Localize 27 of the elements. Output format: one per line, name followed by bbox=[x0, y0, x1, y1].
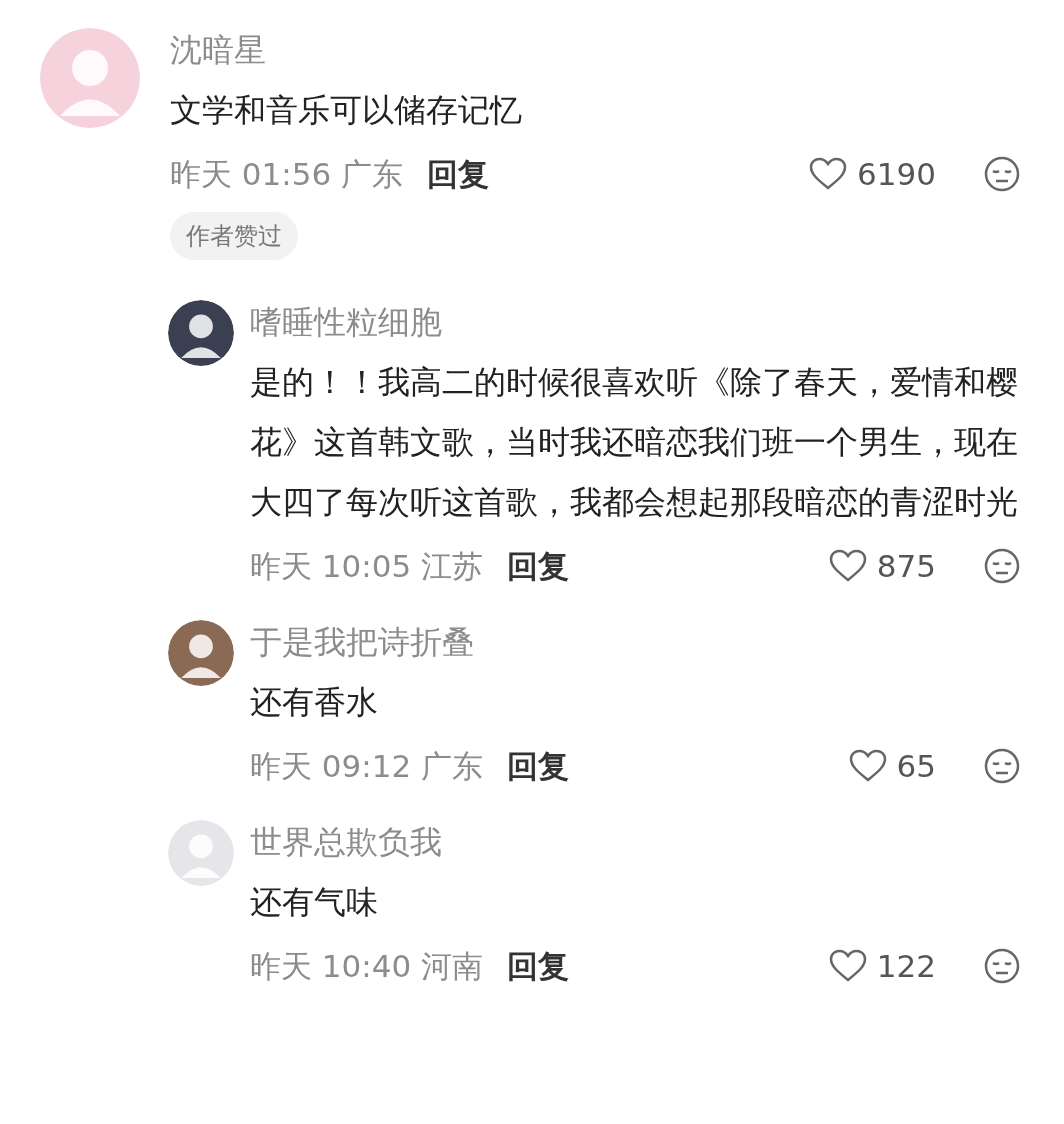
face-icon[interactable] bbox=[984, 948, 1020, 984]
reply-button[interactable]: 回复 bbox=[507, 542, 570, 590]
reply-button[interactable]: 回复 bbox=[507, 942, 570, 990]
comment-meta: 昨天 10:05 江苏 bbox=[250, 546, 484, 586]
avatar[interactable] bbox=[168, 620, 234, 686]
comment-text: 是的！！我高二的时候很喜欢听《除了春天，爱情和樱花》这首韩文歌，当时我还暗恋我们班一个男生，现在大四了每次听这首歌，我都会想起那段暗恋的青涩时光 bbox=[250, 362, 1019, 523]
heart-icon[interactable] bbox=[809, 157, 848, 191]
reply-button[interactable]: 回复 bbox=[427, 150, 490, 198]
face-icon[interactable] bbox=[984, 548, 1020, 584]
comment-meta: 昨天 09:12 广东 bbox=[250, 746, 484, 786]
avatar[interactable] bbox=[168, 300, 234, 366]
comment-meta: 昨天 01:56 广东 bbox=[170, 154, 404, 194]
like-count: 875 bbox=[876, 546, 936, 586]
like-count: 122 bbox=[876, 946, 936, 986]
author-liked-tag: 作者赞过 bbox=[170, 212, 298, 260]
reply-button[interactable]: 回复 bbox=[507, 742, 570, 790]
comment-text: 文学和音乐可以储存记忆 bbox=[170, 90, 523, 131]
comment-text: 还有香水 bbox=[250, 682, 379, 723]
comment-meta: 昨天 10:40 河南 bbox=[250, 946, 484, 986]
comment-text: 还有气味 bbox=[250, 882, 379, 923]
face-icon[interactable] bbox=[984, 748, 1020, 784]
like-count: 6190 bbox=[857, 154, 936, 194]
face-icon[interactable] bbox=[984, 156, 1020, 192]
heart-icon[interactable] bbox=[848, 749, 887, 783]
like-count: 65 bbox=[896, 746, 936, 786]
heart-icon[interactable] bbox=[828, 949, 867, 983]
heart-icon[interactable] bbox=[828, 549, 867, 583]
